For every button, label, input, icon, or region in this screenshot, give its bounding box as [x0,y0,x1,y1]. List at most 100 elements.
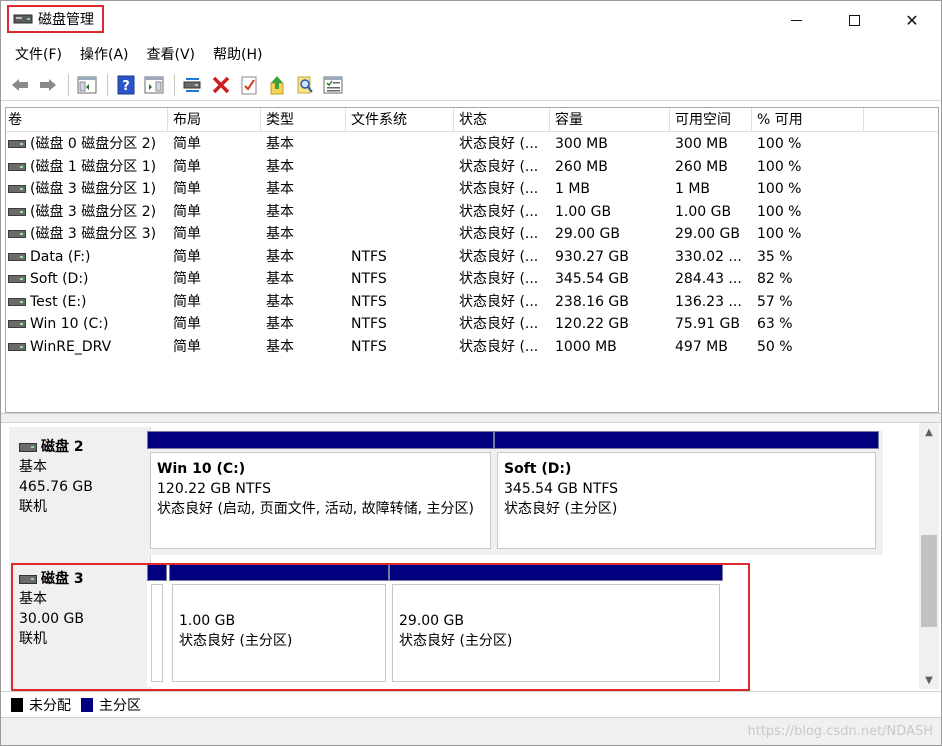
partition-disk3-1[interactable] [147,563,167,685]
table-row[interactable]: Data (F:) 简单 基本 NTFS 状态良好 (... 930.27 GB 330.0… [6,246,938,269]
console-tree-button[interactable] [74,72,100,98]
action-pane-button[interactable] [141,72,167,98]
table-row[interactable]: (磁盘 3 磁盘分区 1) 简单 基本 状态良好 (... 1 MB 1 MB 100 % [6,178,938,201]
partition-disk3-2[interactable]: 1.00 GB 状态良好 (主分区) [169,563,389,685]
cell-free-space: 136.23 ... [675,293,742,310]
column-header-free-space[interactable]: 可用空间 [670,108,752,132]
disk-2-label[interactable]: 磁盘 2 基本 465.76 GB 联机 [9,427,151,559]
cell-free-space: 1.00 GB [675,203,732,220]
column-header-layout[interactable]: 布局 [168,108,261,132]
cell-type: 基本 [266,158,294,175]
column-header-percent-free[interactable]: % 可用 [752,108,864,132]
volume-name: (磁盘 1 磁盘分区 1) [30,158,157,175]
table-row[interactable]: Test (E:) 简单 基本 NTFS 状态良好 (... 238.16 GB 136.2… [6,291,938,314]
cell-free-space: 29.00 GB [675,226,740,242]
disk-3-partitions: 1.00 GB 状态良好 (主分区) 29.00 GB 状态良好 (主分区) [147,563,727,687]
help-icon: ? [117,75,135,94]
table-row[interactable]: Win 10 (C:) 简单 基本 NTFS 状态良好 (... 120.22 GB 75.… [6,313,938,336]
partition-soft-d[interactable]: Soft (D:) 345.54 GB NTFS 状态良好 (主分区) [494,431,879,552]
toolbar: ? [1,69,941,101]
properties-button[interactable] [320,72,346,98]
cell-percent-free: 100 % [757,181,802,197]
volume-name: (磁盘 3 磁盘分区 1) [30,181,157,197]
primary-partition-swatch [81,697,93,712]
partition-status: 状态良好 (主分区) [179,633,293,649]
check-button[interactable] [236,72,262,98]
forward-button[interactable] [35,72,61,98]
search-button[interactable] [292,72,318,98]
column-header-status[interactable]: 状态 [454,108,550,132]
minimize-button[interactable] [767,1,825,39]
volume-name: Data (F:) [30,248,91,265]
column-header-capacity[interactable]: 容量 [550,108,670,132]
disk-2-partitions: Win 10 (C:) 120.22 GB NTFS 状态良好 (启动, 页面文… [147,431,883,555]
scroll-down-icon[interactable]: ▼ [919,671,939,689]
disk-2-title: 磁盘 2 [19,437,150,457]
cell-capacity: 120.22 GB [555,316,629,332]
cell-percent-free: 100 % [757,136,802,152]
volume-name: Win 10 (C:) [30,316,109,332]
disk-2-size: 465.76 GB [19,479,93,495]
cell-free-space: 284.43 ... [675,271,742,287]
help-button[interactable]: ? [113,72,139,98]
close-button[interactable]: ✕ [883,1,941,39]
partition-win10-c[interactable]: Win 10 (C:) 120.22 GB NTFS 状态良好 (启动, 页面文… [147,431,494,552]
column-header-volume[interactable]: 卷 [6,108,168,132]
volume-list[interactable]: 卷 布局 类型 文件系统 状态 容量 可用空间 % 可用 (磁盘 0 磁盘分区 … [5,107,939,413]
disk-management-window: 磁盘管理 ✕ 文件(F) 操作(A) 查看(V) 帮助(H) ? 卷 布局 类型… [0,0,942,746]
disk-3-title: 磁盘 3 [19,569,150,589]
connect-button[interactable] [180,72,206,98]
table-row[interactable]: Soft (D:) 简单 基本 NTFS 状态良好 (... 345.54 GB 284.4… [6,268,938,291]
menu-view[interactable]: 查看(V) [139,44,204,64]
cell-free-space: 1 MB [675,181,711,197]
toolbar-separator [174,73,175,96]
volume-name: Test (E:) [30,293,87,310]
primary-partition-bar [147,431,494,449]
menu-help[interactable]: 帮助(H) [205,44,270,64]
disk-icon [19,574,37,584]
scroll-up-icon[interactable]: ▲ [919,423,939,441]
menu-file[interactable]: 文件(F) [7,44,70,64]
menu-action[interactable]: 操作(A) [72,44,137,64]
table-row[interactable]: (磁盘 3 磁盘分区 3) 简单 基本 状态良好 (... 29.00 GB 29.00 … [6,223,938,246]
partition-status: 状态良好 (主分区) [399,633,513,649]
volume-name: (磁盘 0 磁盘分区 2) [30,136,157,152]
table-row[interactable]: (磁盘 0 磁盘分区 2) 简单 基本 状态良好 (... 300 MB 300 MB 10… [6,133,938,156]
toolbar-separator [107,73,108,96]
volume-name: (磁盘 3 磁盘分区 3) [30,226,157,242]
pane-splitter[interactable] [1,413,941,423]
column-header-filesystem[interactable]: 文件系统 [346,108,454,132]
volume-name: WinRE_DRV [30,338,112,355]
toolbar-separator [68,73,69,96]
volume-icon [8,207,26,216]
delete-button[interactable] [208,72,234,98]
volume-icon [8,230,26,239]
partition-disk3-3[interactable]: 29.00 GB 状态良好 (主分区) [389,563,723,685]
disk-3-label[interactable]: 磁盘 3 基本 30.00 GB 联机 [9,559,151,689]
volume-name: (磁盘 3 磁盘分区 2) [30,203,157,220]
volume-icon [8,162,26,171]
window-title: 磁盘管理 [38,12,94,28]
cell-volume: Test (E:) [6,291,168,314]
column-header-type[interactable]: 类型 [261,108,346,132]
maximize-button[interactable] [825,1,883,39]
legend: 未分配 主分区 [1,691,941,717]
cell-layout: 简单 [173,136,201,152]
partition-box [151,584,163,682]
up-button[interactable] [264,72,290,98]
cell-filesystem [346,133,454,156]
unallocated-swatch [11,697,23,712]
back-button[interactable] [7,72,33,98]
partition-size: 29.00 GB [399,613,464,629]
cell-capacity: 345.54 GB [555,271,629,287]
table-row[interactable]: (磁盘 3 磁盘分区 2) 简单 基本 状态良好 (... 1.00 GB 1.00 GB… [6,201,938,224]
table-row[interactable]: (磁盘 1 磁盘分区 1) 简单 基本 状态良好 (... 260 MB 260 MB 10… [6,156,938,179]
cell-free-space: 497 MB [675,338,728,355]
cell-free-space: 75.91 GB [675,316,740,332]
cell-capacity: 238.16 GB [555,293,629,310]
disk-map: 磁盘 2 基本 465.76 GB 联机 Win 10 (C:) 120.22 … [5,423,919,689]
scroll-thumb[interactable] [921,535,937,627]
table-row[interactable]: WinRE_DRV 简单 基本 NTFS 状态良好 (... 1000 MB 497 MB 5… [6,336,938,359]
disk-map-scrollbar[interactable]: ▲ ▼ [919,423,939,689]
partition-box: 29.00 GB 状态良好 (主分区) [392,584,720,682]
